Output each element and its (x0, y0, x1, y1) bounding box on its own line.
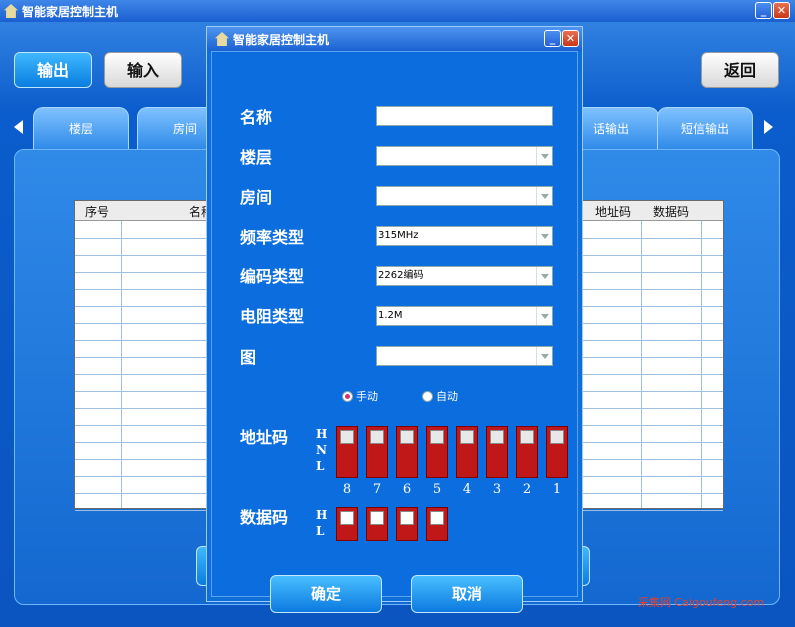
switch-knob[interactable] (430, 511, 444, 525)
col-data: 数据码 (653, 205, 690, 219)
table-column-divider (641, 221, 642, 508)
data-label: 数据码 (240, 508, 289, 527)
ok-button[interactable]: 确定 (270, 575, 382, 613)
main-title: 智能家居控制主机 (22, 4, 119, 19)
name-input[interactable] (376, 106, 553, 126)
dip-number-label: 2 (522, 482, 532, 497)
freq-value: 315MHz (378, 230, 419, 241)
radio-unchecked-icon[interactable] (422, 390, 433, 402)
dip-number-label: 6 (402, 482, 412, 497)
switch-knob[interactable] (400, 430, 414, 444)
auto-radio[interactable]: 自动 (422, 388, 458, 404)
switch-knob[interactable] (550, 430, 564, 444)
minimize-icon[interactable]: _ (544, 30, 561, 47)
switch-knob[interactable] (430, 430, 444, 444)
dip-number-label: 3 (492, 482, 502, 497)
data-dip-switch[interactable] (366, 507, 388, 541)
cancel-button[interactable]: 取消 (411, 575, 523, 613)
switch-knob[interactable] (460, 430, 474, 444)
switch-knob[interactable] (370, 511, 384, 525)
room-select[interactable] (376, 186, 553, 206)
col-index: 序号 (85, 205, 110, 219)
hl-legend: H L (316, 508, 328, 538)
code-label: 编码类型 (240, 267, 305, 286)
close-icon[interactable]: ✕ (562, 30, 579, 47)
floor-label: 楼层 (240, 148, 273, 167)
main-titlebar: 智能家居控制主机 _ ✕ (0, 0, 795, 22)
radio-checked-icon[interactable] (342, 390, 353, 402)
switch-knob[interactable] (340, 511, 354, 525)
close-icon[interactable]: ✕ (773, 2, 790, 19)
dip-number-label: 8 (342, 482, 352, 497)
table-column-divider (121, 221, 122, 508)
chevron-down-icon[interactable] (536, 347, 552, 365)
auto-label: 自动 (436, 390, 458, 403)
freq-label: 频率类型 (240, 228, 305, 247)
tab-sms-output[interactable]: 短信输出 (657, 107, 753, 149)
address-dip-switch[interactable] (426, 426, 448, 478)
manual-label: 手动 (356, 390, 378, 403)
floor-select[interactable] (376, 146, 553, 166)
house-icon (215, 32, 229, 46)
data-dip-switch[interactable] (426, 507, 448, 541)
dip-number-label: 4 (462, 482, 472, 497)
chevron-down-icon[interactable] (536, 307, 552, 325)
chevron-down-icon[interactable] (536, 147, 552, 165)
edit-dialog: 智能家居控制主机 _ ✕ 名称 楼层 房间 频率类型 315MHz 编码类型 2… (206, 26, 583, 613)
back-button[interactable]: 返回 (701, 52, 779, 88)
table-column-divider (701, 221, 702, 508)
pic-label: 图 (240, 348, 257, 367)
minimize-icon[interactable]: _ (755, 2, 772, 19)
switch-knob[interactable] (340, 430, 354, 444)
watermark: 采集网 Caigoufeng.com (638, 596, 765, 609)
chevron-down-icon[interactable] (536, 267, 552, 285)
resist-select[interactable]: 1.2M (376, 306, 553, 326)
dialog-titlebar: 智能家居控制主机 _ ✕ (207, 27, 582, 51)
address-dip-switch[interactable] (546, 426, 568, 478)
address-dip-switch[interactable] (396, 426, 418, 478)
resist-label: 电阻类型 (240, 307, 305, 326)
chevron-down-icon[interactable] (536, 227, 552, 245)
data-dip-switch[interactable] (336, 507, 358, 541)
pic-select[interactable] (376, 346, 553, 366)
manual-radio[interactable]: 手动 (342, 388, 378, 404)
tab-scroll-left-icon[interactable] (14, 120, 23, 134)
switch-knob[interactable] (370, 430, 384, 444)
data-dip-switch[interactable] (396, 507, 418, 541)
dialog-body: 名称 楼层 房间 频率类型 315MHz 编码类型 2262编码 电阻类型 1.… (211, 51, 578, 613)
room-label: 房间 (240, 188, 273, 207)
input-button[interactable]: 输入 (104, 52, 182, 88)
dip-number-label: 1 (552, 482, 562, 497)
address-dip-switch[interactable] (366, 426, 388, 478)
dip-number-label: 7 (372, 482, 382, 497)
address-dip-switch[interactable] (456, 426, 478, 478)
switch-knob[interactable] (490, 430, 504, 444)
tab-scroll-right-icon[interactable] (764, 120, 773, 134)
address-dip-switch[interactable] (516, 426, 538, 478)
address-dip-switch[interactable] (486, 426, 508, 478)
code-select[interactable]: 2262编码 (376, 266, 553, 286)
switch-knob[interactable] (400, 511, 414, 525)
name-label: 名称 (240, 108, 273, 127)
house-icon (4, 4, 18, 18)
resist-value: 1.2M (378, 310, 403, 321)
freq-select[interactable]: 315MHz (376, 226, 553, 246)
hnl-legend: H N L (316, 427, 328, 473)
switch-knob[interactable] (520, 430, 534, 444)
address-label: 地址码 (240, 428, 289, 447)
tab-floor[interactable]: 楼层 (33, 107, 129, 149)
col-address: 地址码 (595, 205, 632, 219)
code-value: 2262编码 (378, 270, 424, 281)
dialog-title: 智能家居控制主机 (233, 32, 330, 47)
output-button[interactable]: 输出 (14, 52, 92, 88)
dip-number-label: 5 (432, 482, 442, 497)
chevron-down-icon[interactable] (536, 187, 552, 205)
address-dip-switch[interactable] (336, 426, 358, 478)
